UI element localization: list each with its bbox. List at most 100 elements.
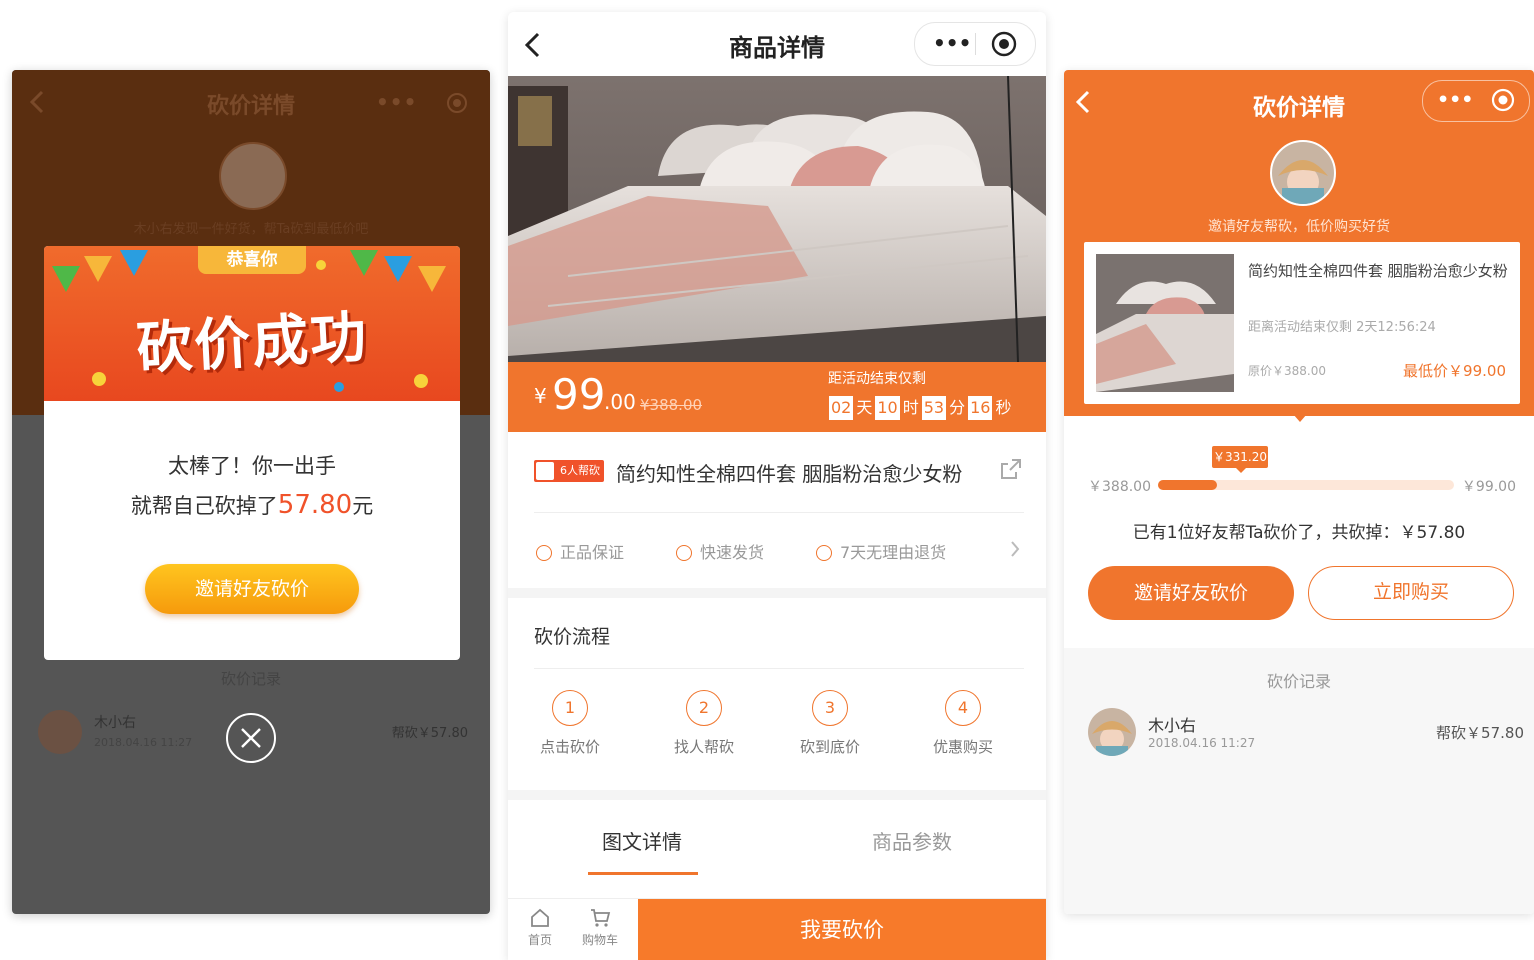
capsule-menu: ••• xyxy=(914,22,1036,66)
line2-prefix: 就帮自己砍掉了 xyxy=(130,494,278,518)
record-amount: 帮砍￥57.80 xyxy=(391,726,468,741)
nav-cart-label: 购物车 xyxy=(581,933,618,947)
bunting-icon xyxy=(384,256,412,282)
bunting-icon xyxy=(350,250,378,276)
product-card[interactable]: 简约知性全棉四件套 胭脂粉治愈少女粉 距离活动结束仅剩 2天12:56:24 原… xyxy=(1084,242,1520,404)
price-decimal: .00 xyxy=(604,390,636,414)
record-date: 2018.04.16 11:27 xyxy=(94,736,193,749)
progress-end-price: ￥99.00 xyxy=(1461,479,1516,495)
countdown-minutes: 53 xyxy=(921,396,947,420)
success-modal: 恭喜你 砍价成功 太棒了！你一出手 就帮自己砍掉了57.80元 邀请好友砍价 xyxy=(44,246,460,660)
target-icon[interactable] xyxy=(1491,88,1515,112)
product-thumbnail xyxy=(1096,254,1234,392)
chevron-right-icon[interactable] xyxy=(1010,540,1020,558)
step-label: 点击砍价 xyxy=(539,738,600,756)
guarantee-label: 快速发货 xyxy=(700,543,765,562)
flow-title: 砍价流程 xyxy=(534,626,611,648)
bottom-bar: 首页 购物车 我要砍价 xyxy=(508,898,1046,960)
check-circle-icon xyxy=(816,545,832,561)
card-countdown: 距离活动结束仅剩 2天12:56:24 xyxy=(1248,320,1436,335)
price-bar: ¥ 99 .00 ¥388.00 距活动结束仅剩 02 天 10 时 53 分 16 秒 xyxy=(508,362,1046,432)
active-tab-indicator xyxy=(588,872,698,875)
nav-header: 商品详情 ••• xyxy=(508,12,1046,76)
nav-home-label: 首页 xyxy=(527,933,552,947)
countdown-days: 02 xyxy=(829,396,854,420)
guarantee-item: 7天无理由退货 xyxy=(816,539,946,563)
days-unit: 天 xyxy=(856,398,873,417)
section-gap xyxy=(508,588,1046,598)
avatar xyxy=(1270,140,1336,206)
more-dots-icon[interactable]: ••• xyxy=(1437,89,1473,111)
progress-fill xyxy=(1158,480,1218,490)
home-icon xyxy=(531,908,549,927)
product-image xyxy=(508,76,1046,362)
flow-step: 3 砍到底价 xyxy=(780,690,880,757)
card-product-name: 简约知性全棉四件套 胭脂粉治愈少女粉 xyxy=(1248,262,1508,280)
capsule-menu: ••• xyxy=(1422,80,1530,122)
bargain-button[interactable]: 我要砍价 xyxy=(638,899,1046,960)
confetti-icon xyxy=(316,260,326,270)
right-phone-screen: 砍价详情 ••• 邀请好友帮砍，低价购买好货 简约知性全棉四件套 胭脂粉治愈少女… xyxy=(1064,70,1534,914)
price-main: 99 xyxy=(552,370,606,419)
record-name: 木小右 xyxy=(1148,716,1197,735)
card-original-price: 原价￥388.00 xyxy=(1248,364,1326,378)
nav-header: 砍价详情 ••• xyxy=(1064,70,1534,134)
countdown-seconds: 16 xyxy=(968,396,993,420)
record-title: 砍价记录 xyxy=(1266,672,1331,691)
confetti-icon xyxy=(334,382,344,392)
record-title: 砍价记录 xyxy=(220,670,281,688)
record-date: 2018.04.16 11:27 xyxy=(1148,736,1256,750)
cut-amount: 57.80 xyxy=(277,490,353,520)
step-label: 砍到底价 xyxy=(799,738,860,756)
congrats-ribbon: 恭喜你 xyxy=(198,246,306,274)
invite-friends-button[interactable]: 邀请好友砍价 xyxy=(145,564,359,614)
nav-home[interactable]: 首页 xyxy=(520,907,560,948)
close-icon xyxy=(241,728,261,748)
middle-phone-screen: 商品详情 ••• ¥ 99 .00 ¥388.00 距活动结束仅剩 02 天 1… xyxy=(508,12,1046,960)
step-number: 2 xyxy=(686,690,722,726)
flow-step: 2 找人帮砍 xyxy=(654,690,754,757)
card-lowest-price: 最低价￥99.00 xyxy=(1403,362,1506,380)
record-avatar xyxy=(1088,708,1136,756)
line2-suffix: 元 xyxy=(352,494,374,518)
capsule-menu: ••• xyxy=(368,86,472,118)
close-modal-button[interactable] xyxy=(226,713,276,763)
target-icon[interactable] xyxy=(991,31,1017,57)
target-icon[interactable] xyxy=(446,92,468,114)
more-dots-icon[interactable]: ••• xyxy=(933,31,971,55)
record-amount: 帮砍￥57.80 xyxy=(1436,724,1524,742)
divider xyxy=(534,512,1024,513)
step-number: 4 xyxy=(945,690,981,726)
helpers-badge: 6人帮砍 xyxy=(534,460,604,482)
step-number: 1 xyxy=(552,690,588,726)
tab-detail[interactable]: 图文详情 xyxy=(602,826,682,855)
product-name: 简约知性全棉四件套 胭脂粉治愈少女粉 xyxy=(616,462,963,486)
countdown-label: 距活动结束仅剩 xyxy=(828,371,926,387)
tab-params[interactable]: 商品参数 xyxy=(872,826,952,855)
share-icon[interactable] xyxy=(998,456,1024,482)
helped-summary: 已有1位好友帮Ta砍价了，共砍掉：￥57.80 xyxy=(1132,523,1466,543)
buy-now-button[interactable]: 立即购买 xyxy=(1308,566,1514,620)
success-banner: 恭喜你 砍价成功 xyxy=(44,246,460,401)
subtitle: 邀请好友帮砍，低价购买好货 xyxy=(1208,219,1390,235)
guarantee-label: 7天无理由退货 xyxy=(840,543,947,562)
record-avatar xyxy=(38,710,82,754)
original-price: ¥388.00 xyxy=(640,396,703,414)
invite-friends-button[interactable]: 邀请好友砍价 xyxy=(1088,566,1294,620)
hours-unit: 时 xyxy=(902,398,919,417)
more-dots-icon[interactable]: ••• xyxy=(376,90,417,114)
nav-cart[interactable]: 购物车 xyxy=(580,907,620,948)
countdown: 02 天 10 时 53 分 16 秒 xyxy=(828,394,1014,420)
flow-step: 1 点击砍价 xyxy=(520,690,620,757)
guarantee-label: 正品保证 xyxy=(560,543,625,562)
capsule-divider xyxy=(975,33,976,55)
progress-track xyxy=(1158,480,1454,490)
success-line2: 就帮自己砍掉了57.80元 xyxy=(44,490,460,520)
step-number: 3 xyxy=(812,690,848,726)
helpers-count: 6人帮砍 xyxy=(560,464,600,477)
left-phone-screen: 砍价详情 ••• 木小右发现一件好货，帮Ta砍到最低价吧 砍价记录 木小右 20… xyxy=(12,70,490,914)
avatar xyxy=(219,142,287,210)
price-currency: ¥ xyxy=(534,384,547,408)
guarantee-item: 正品保证 xyxy=(536,539,624,563)
divider xyxy=(534,668,1024,669)
